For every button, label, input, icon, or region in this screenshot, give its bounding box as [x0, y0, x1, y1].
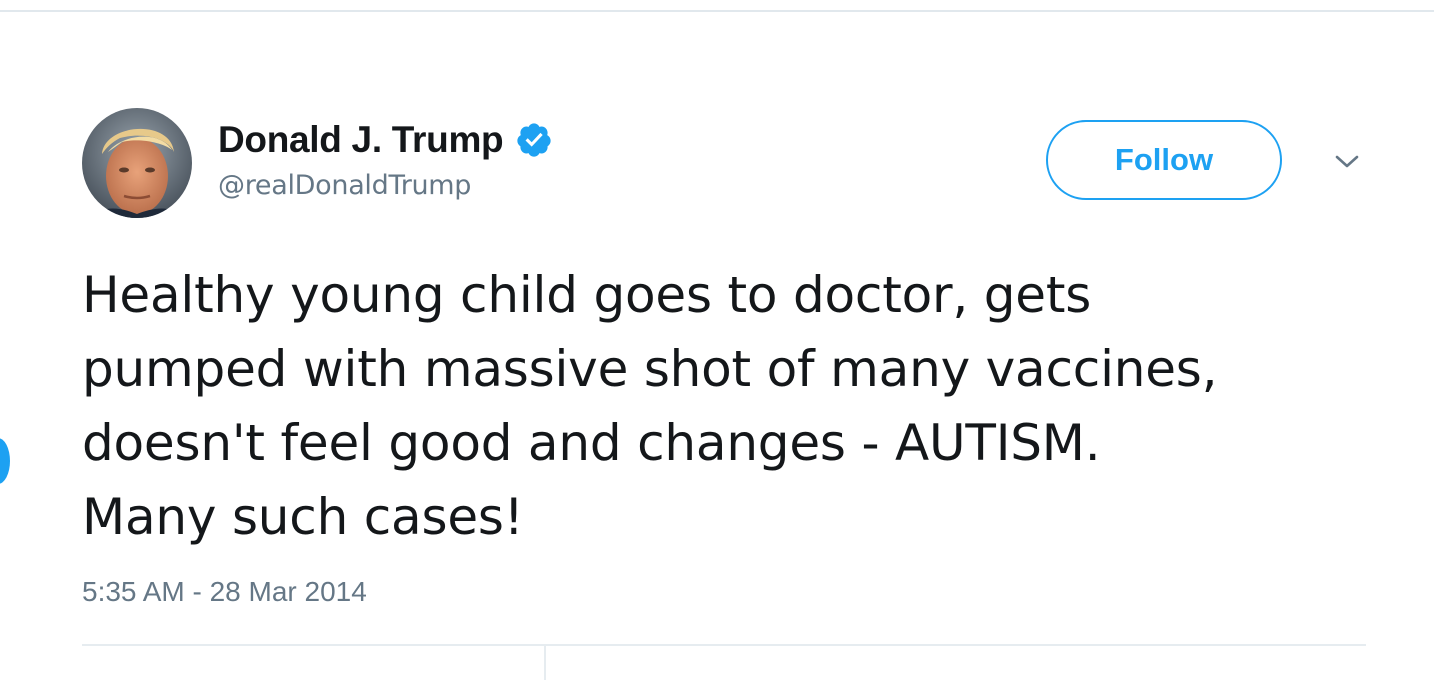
avatar[interactable] — [82, 108, 192, 218]
user-handle[interactable]: @realDonaldTrump — [218, 170, 553, 201]
name-row: Donald J. Trump — [218, 116, 553, 164]
tweet-timestamp[interactable]: 5:35 AM - 28 Mar 2014 — [82, 576, 367, 608]
tweet-text-line: doesn't feel good and changes - AUTISM. — [82, 414, 1101, 472]
tweet-stats-bar — [82, 644, 1366, 680]
follow-button[interactable]: Follow — [1046, 120, 1282, 200]
display-name[interactable]: Donald J. Trump — [218, 119, 504, 161]
tweet-text-line: pumped with massive shot of many vaccine… — [82, 340, 1218, 398]
tweet-text: Healthy young child goes to doctor, gets… — [82, 258, 1382, 554]
tweet-text-line: Many such cases! — [82, 488, 524, 546]
edge-blue-icon[interactable] — [0, 438, 10, 484]
tweet-page: Donald J. Trump @realDonaldTrump Follow … — [0, 0, 1434, 680]
top-divider — [0, 10, 1434, 12]
author-block: Donald J. Trump @realDonaldTrump — [218, 116, 553, 201]
verified-badge-icon — [515, 121, 553, 159]
chevron-down-icon[interactable] — [1332, 152, 1362, 172]
tweet-header: Donald J. Trump @realDonaldTrump Follow — [82, 108, 1372, 220]
stats-divider — [544, 646, 546, 680]
avatar-photo-icon — [82, 108, 192, 218]
tweet-text-line: Healthy young child goes to doctor, gets — [82, 266, 1092, 324]
